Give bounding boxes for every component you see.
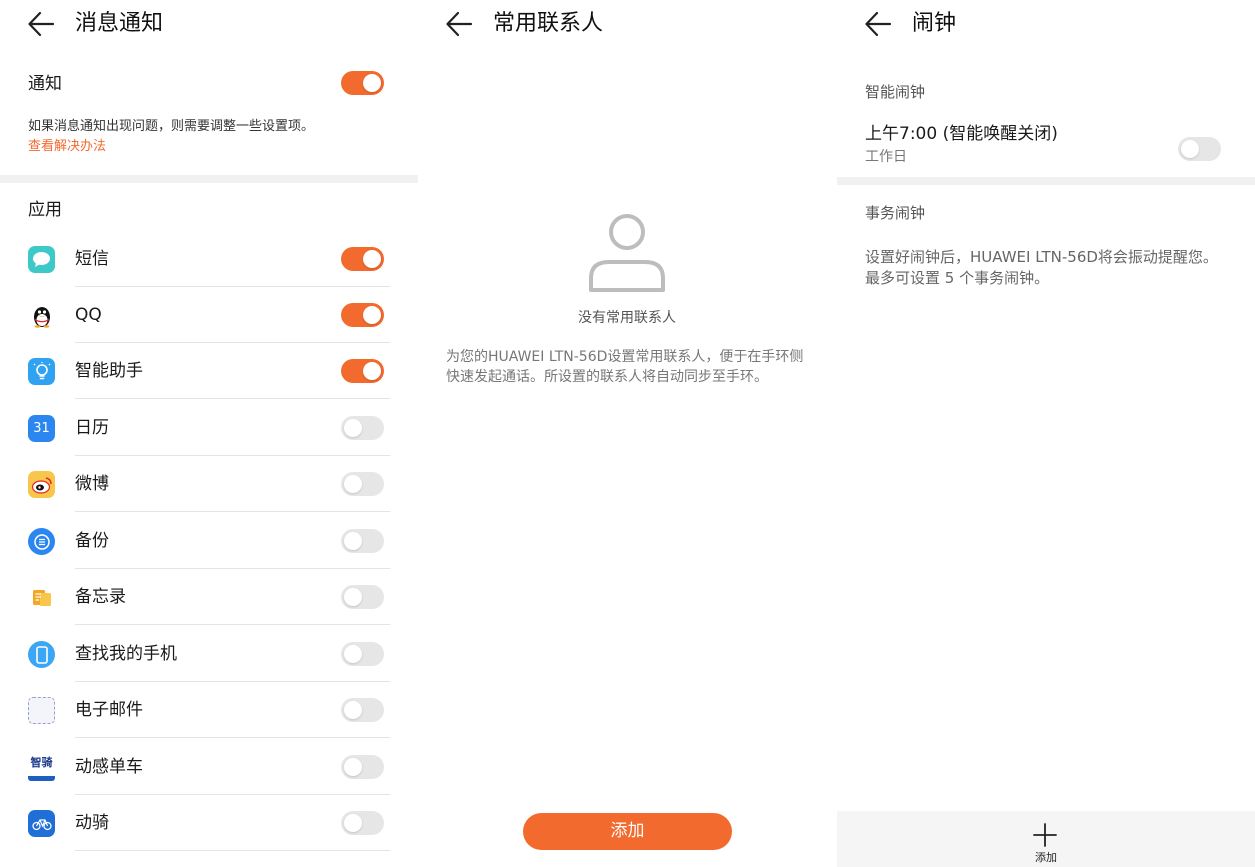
app-row-backup[interactable]: 备份 bbox=[0, 513, 418, 569]
contacts-description: 为您的HUAWEI LTN-56D设置常用联系人，便于在手环侧快速发起通话。所设… bbox=[446, 349, 804, 385]
backup-icon bbox=[28, 528, 55, 555]
app-row-calendar[interactable]: 31 日历 bbox=[0, 400, 418, 456]
app-row-find-phone[interactable]: 查找我的手机 bbox=[0, 626, 418, 682]
app-name: 动感单车 bbox=[75, 757, 143, 777]
divider bbox=[75, 398, 390, 399]
plus-icon[interactable] bbox=[1033, 823, 1057, 847]
app-toggle-spin-bike[interactable] bbox=[341, 755, 384, 779]
header: 常用联系人 bbox=[418, 0, 836, 48]
app-name: 日历 bbox=[75, 418, 109, 438]
divider bbox=[75, 850, 390, 851]
divider bbox=[75, 737, 390, 738]
app-name: 动骑 bbox=[75, 813, 109, 833]
app-toggle-sms[interactable] bbox=[341, 247, 384, 271]
page-title: 闹钟 bbox=[912, 11, 957, 36]
app-toggle-memo[interactable] bbox=[341, 585, 384, 609]
back-arrow-icon[interactable] bbox=[864, 11, 892, 37]
app-name: 查找我的手机 bbox=[75, 644, 177, 664]
smart-alarm-repeat: 工作日 bbox=[865, 149, 907, 165]
bottom-add-bar[interactable]: 添加 bbox=[837, 811, 1255, 867]
weibo-icon bbox=[28, 471, 55, 498]
person-icon bbox=[589, 214, 665, 292]
notifications-panel: 消息通知 通知 如果消息通知出现问题，则需要调整一些设置项。 查看解决办法 应用… bbox=[0, 0, 418, 867]
app-row-bicycle[interactable]: 动骑 bbox=[0, 795, 418, 851]
page-title: 消息通知 bbox=[75, 11, 164, 36]
empty-state-text: 没有常用联系人 bbox=[578, 310, 676, 326]
smart-assistant-icon bbox=[28, 358, 55, 385]
app-toggle-smart-assistant[interactable] bbox=[341, 359, 384, 383]
app-name: 微博 bbox=[75, 474, 109, 494]
smart-alarm-time[interactable]: 上午7:00 (智能唤醒关闭) bbox=[865, 122, 1058, 146]
app-name: 电子邮件 bbox=[75, 700, 143, 720]
notify-label: 通知 bbox=[28, 74, 62, 94]
email-icon bbox=[28, 697, 55, 724]
section-divider bbox=[0, 175, 418, 183]
alarm-panel: 闹钟 智能闹钟 上午7:00 (智能唤醒关闭) 工作日 事务闹钟 设置好闹钟后，… bbox=[837, 0, 1255, 867]
app-row-sms[interactable]: 短信 bbox=[0, 231, 418, 287]
notify-description: 如果消息通知出现问题，则需要调整一些设置项。 bbox=[28, 119, 315, 134]
app-toggle-find-phone[interactable] bbox=[341, 642, 384, 666]
section-title-smart-alarm: 智能闹钟 bbox=[865, 83, 926, 101]
app-name: 短信 bbox=[75, 249, 109, 269]
find-phone-icon bbox=[28, 641, 55, 668]
contacts-panel: 常用联系人 没有常用联系人 为您的HUAWEI LTN-56D设置常用联系人，便… bbox=[418, 0, 836, 867]
app-toggle-qq[interactable] bbox=[341, 303, 384, 327]
app-row-weibo[interactable]: 微博 bbox=[0, 456, 418, 512]
app-row-qq[interactable]: QQ bbox=[0, 287, 418, 343]
memo-icon bbox=[28, 584, 55, 611]
app-toggle-calendar[interactable] bbox=[341, 416, 384, 440]
app-toggle-bicycle[interactable] bbox=[341, 811, 384, 835]
back-arrow-icon[interactable] bbox=[445, 11, 473, 37]
add-alarm-label[interactable]: 添加 bbox=[837, 851, 1255, 865]
header: 消息通知 bbox=[0, 0, 418, 48]
app-toggle-weibo[interactable] bbox=[341, 472, 384, 496]
app-name: 备忘录 bbox=[75, 587, 126, 607]
bicycle-icon bbox=[28, 810, 55, 837]
header: 闹钟 bbox=[837, 0, 1255, 48]
divider bbox=[75, 624, 390, 625]
app-row-email[interactable]: 电子邮件 bbox=[0, 682, 418, 738]
add-contact-button[interactable]: 添加 bbox=[523, 813, 732, 850]
app-toggle-backup[interactable] bbox=[341, 529, 384, 553]
section-title-event-alarm: 事务闹钟 bbox=[865, 204, 926, 222]
app-name: 智能助手 bbox=[75, 361, 143, 381]
section-title-apps: 应用 bbox=[28, 200, 62, 220]
sms-icon bbox=[28, 246, 55, 273]
app-name: QQ bbox=[75, 305, 102, 325]
event-alarm-description: 设置好闹钟后，HUAWEI LTN-56D将会振动提醒您。最多可设置 5 个事务… bbox=[865, 248, 1218, 287]
app-toggle-email[interactable] bbox=[341, 698, 384, 722]
calendar-icon: 31 bbox=[28, 415, 55, 442]
page-title: 常用联系人 bbox=[493, 11, 604, 36]
app-row-memo[interactable]: 备忘录 bbox=[0, 569, 418, 625]
spin-bike-icon: 智骑 bbox=[28, 754, 55, 781]
app-row-spin-bike[interactable]: 智骑 动感单车 bbox=[0, 739, 418, 795]
smart-alarm-toggle[interactable] bbox=[1178, 137, 1221, 161]
divider bbox=[75, 511, 390, 512]
app-name: 备份 bbox=[75, 531, 109, 551]
notify-toggle[interactable] bbox=[341, 71, 384, 95]
section-divider bbox=[837, 177, 1255, 185]
qq-penguin-icon bbox=[28, 302, 55, 329]
back-arrow-icon[interactable] bbox=[27, 11, 55, 37]
help-link[interactable]: 查看解决办法 bbox=[28, 138, 106, 156]
app-row-smart-assistant[interactable]: 智能助手 bbox=[0, 343, 418, 399]
